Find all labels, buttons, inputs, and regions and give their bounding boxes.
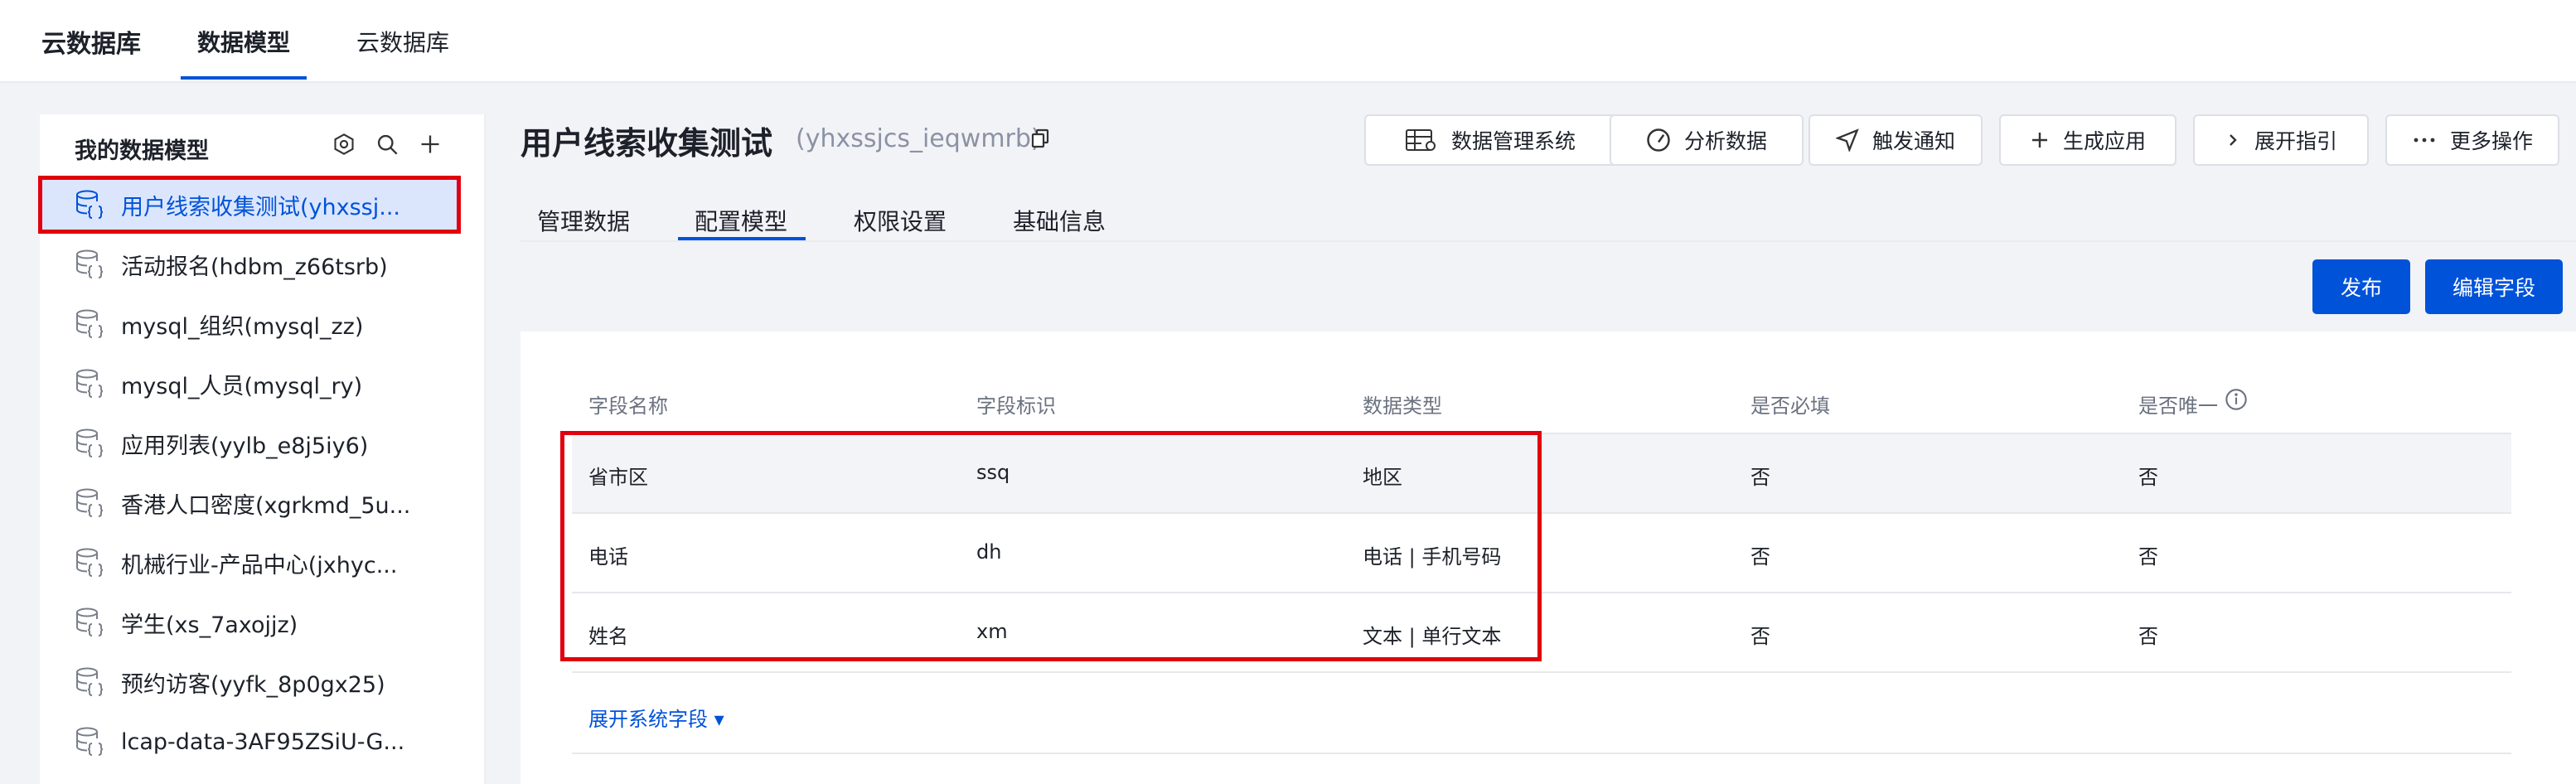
database-model-icon [73,427,106,460]
more-actions-label: 更多操作 [2449,129,2533,153]
search-icon[interactable] [375,133,399,157]
table-cell: 否 [2138,466,2158,489]
generate-app-button[interactable]: 生成应用 [1999,114,2177,166]
active-tab-indicator [181,76,307,80]
tab-data-model[interactable]: 数据模型 [197,25,290,58]
table-cell: 否 [1750,545,1770,569]
trigger-notification-button[interactable]: 触发通知 [1809,114,1983,166]
tab-manage-data[interactable]: 管理数据 [537,204,630,237]
active-subtab-indicator [678,237,806,240]
trigger-notification-label: 触发通知 [1871,129,1955,153]
sidebar-item-label: 学生(xs_7axojjz) [121,612,298,638]
column-header-data-type: 数据类型 [1363,394,1442,418]
sidebar-item-model[interactable]: lcap-data-3AF95ZSiU-G... [40,714,459,769]
database-model-icon [73,307,106,341]
database-model-icon [73,546,106,579]
row-divider [572,671,2511,673]
analyze-data-label: 分析数据 [1683,129,1767,153]
table-cell: 否 [2138,625,2158,648]
page-title: 用户线索收集测试 [521,125,773,162]
sidebar-item-model[interactable]: 活动报名(hdbm_z66tsrb) [40,237,459,292]
table-cell: 否 [1750,625,1770,648]
sidebar-item-label: 香港人口密度(xgrkmd_5u... [121,492,411,519]
database-model-icon [73,606,106,639]
sidebar-item-model[interactable]: 预约访客(yyfk_8p0gx25) [40,655,459,709]
data-management-label: 数据管理系统 [1450,129,1576,153]
sidebar-item-label: mysql_人员(mysql_ry) [121,373,363,399]
info-icon[interactable] [2225,388,2249,413]
database-model-icon [73,486,106,520]
sidebar-item-label: 活动报名(hdbm_z66tsrb) [121,254,388,280]
highlight-box-sidebar [38,176,461,234]
sidebar-item-label: mysql_组织(mysql_zz) [121,313,364,340]
sidebar-item-model[interactable]: 学生(xs_7axojjz) [40,595,459,650]
expand-guide-button[interactable]: 展开指引 [2193,114,2369,166]
sidebar-title: 我的数据模型 [75,138,209,164]
sidebar-item-label: 预约访客(yyfk_8p0gx25) [121,671,385,698]
sidebar-item-label: lcap-data-3AF95ZSiU-G... [121,728,405,755]
database-model-icon [73,725,106,758]
tab-cloud-database[interactable]: 云数据库 [356,25,449,58]
publish-button[interactable]: 发布 [2312,259,2410,314]
more-icon [2412,130,2437,150]
app-brand: 云数据库 [41,30,141,59]
generate-app-label: 生成应用 [2062,129,2146,153]
highlight-box-rows [560,431,1542,661]
column-header-unique: 是否唯一 [2138,394,2218,418]
tab-permission-settings[interactable]: 权限设置 [854,204,947,237]
sidebar-item-label: 机械行业-产品中心(jxhyc... [121,552,398,578]
gauge-icon [1646,128,1671,152]
column-header-field-name: 字段名称 [588,394,668,418]
analyze-data-button[interactable]: 分析数据 [1610,114,1804,166]
sidebar-item-model[interactable]: 机械行业-产品中心(jxhyc... [40,535,459,590]
table-cell: 否 [1750,466,1770,489]
page-subtitle: (yhxssjcs_ieqwmrb) [796,124,1041,153]
column-header-field-id: 字段标识 [976,394,1056,418]
plus-icon [2030,130,2050,150]
database-model-icon [73,367,106,400]
add-model-icon[interactable] [418,133,443,157]
settings-icon[interactable] [332,133,356,157]
chevron-right-icon [2225,130,2241,150]
send-icon [1835,128,1859,152]
data-management-button[interactable]: 数据管理系统 [1364,114,1616,166]
sidebar-item-label: 应用列表(yylb_e8j5iy6) [121,433,369,459]
expand-system-fields-link[interactable]: 展开系统字段 ▾ [588,703,724,732]
sidebar-item-model[interactable]: 应用列表(yylb_e8j5iy6) [40,416,459,471]
database-model-icon [73,248,106,281]
table-icon [1405,128,1438,152]
sidebar-item-model[interactable]: mysql_人员(mysql_ry) [40,356,459,411]
table-bottom-divider [572,753,2511,754]
sidebar-item-model[interactable]: 香港人口密度(xgrkmd_5u... [40,476,459,530]
more-actions-button[interactable]: 更多操作 [2385,114,2559,166]
subtab-divider [521,240,2576,242]
column-header-required: 是否必填 [1750,394,1830,418]
edit-fields-button[interactable]: 编辑字段 [2425,259,2563,314]
database-model-icon [73,665,106,699]
tab-configure-model[interactable]: 配置模型 [695,204,787,237]
table-cell: 否 [2138,545,2158,569]
copy-icon[interactable] [1031,128,1049,148]
tab-basic-info[interactable]: 基础信息 [1013,204,1106,237]
expand-guide-label: 展开指引 [2254,129,2337,153]
sidebar-item-model[interactable]: mysql_组织(mysql_zz) [40,297,459,351]
